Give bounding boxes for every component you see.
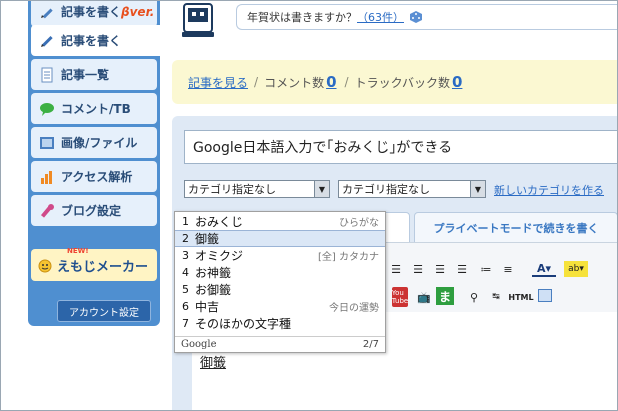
view-article-link[interactable]: 記事を見る: [188, 74, 248, 91]
ime-page-indicator: 2/7: [362, 339, 379, 350]
candidate-number: 3: [182, 249, 189, 262]
dice-icon[interactable]: [410, 11, 422, 23]
separator: /: [344, 75, 349, 89]
format-toolbar: ☰ ☰ ☰ ☰ ≔ ≡ A▾ ab▾ You Tube 📺 ま ⚲ ↹ HTML: [384, 242, 618, 312]
numbered-list-icon[interactable]: ≡: [500, 261, 516, 277]
ime-candidate[interactable]: 7 そのほかの文字種: [175, 315, 385, 332]
find-icon[interactable]: ⚲: [466, 289, 482, 305]
highlight-icon[interactable]: ab▾: [564, 261, 588, 277]
sidebar-item-analytics[interactable]: アクセス解析: [31, 161, 157, 192]
candidate-text: 中吉: [195, 300, 220, 314]
align-justify-icon[interactable]: ☰: [454, 261, 470, 277]
sidebar-item-write[interactable]: 記事を書く: [31, 25, 160, 56]
ime-candidate[interactable]: 6 中吉 今日の運勢: [175, 298, 385, 315]
sidebar-item-write-beta[interactable]: 記事を書くβver.: [31, 0, 157, 27]
new-badge: NEW!: [67, 247, 89, 255]
sidebar-item-label: コメント/TB: [61, 102, 131, 116]
tab-private-mode[interactable]: プライベートモードで続きを書く: [414, 212, 618, 242]
align-right-icon[interactable]: ☰: [432, 261, 448, 277]
trackback-count-label: トラックバック数: [354, 75, 450, 90]
sidebar-item-article-list[interactable]: 記事一覧: [31, 59, 157, 90]
chevron-down-icon: ▼: [314, 181, 329, 197]
chevron-down-icon: ▼: [470, 181, 485, 197]
pencil-icon: [39, 4, 55, 20]
ime-candidate-selected[interactable]: 2 御籤: [175, 230, 385, 247]
align-center-icon[interactable]: ☰: [410, 261, 426, 277]
trackback-count-link[interactable]: 0: [452, 73, 462, 91]
wrench-icon: [39, 203, 55, 219]
preview-icon[interactable]: [538, 289, 552, 302]
category-select-2[interactable]: カテゴリ指定なし ▼: [338, 180, 486, 198]
robot-mascot-icon: [178, 2, 218, 40]
article-info-bar: 記事を見る / コメント数 0 / トラックバック数 0: [172, 60, 618, 104]
separator: /: [254, 75, 259, 89]
candidate-text: そのほかの文字種: [195, 317, 292, 331]
candidate-number: 2: [182, 232, 189, 245]
candidate-text: 御籤: [195, 232, 220, 246]
bullet-list-icon[interactable]: ≔: [478, 261, 494, 277]
candidate-note: [全] カタカナ: [318, 252, 379, 263]
sidebar-item-label: ブログ設定: [61, 204, 122, 218]
category-select-value: カテゴリ指定なし: [342, 183, 430, 196]
ime-footer: Google 2/7: [175, 336, 385, 352]
category-select-value: カテゴリ指定なし: [188, 183, 276, 196]
youtube-icon[interactable]: You Tube: [392, 287, 408, 307]
candidate-text: オミクジ: [195, 249, 244, 263]
sidebar-item-label: 記事一覧: [61, 68, 110, 82]
candidate-number: 7: [182, 317, 189, 330]
candidate-number: 1: [182, 215, 189, 228]
html-icon[interactable]: HTML: [508, 289, 534, 305]
candidate-text: おみくじ: [195, 215, 244, 229]
sidebar-item-label: 画像/ファイル: [61, 136, 138, 150]
candidate-text: お御籤: [195, 283, 232, 297]
image-icon: [39, 135, 55, 151]
ma-icon[interactable]: ま: [436, 287, 454, 305]
new-category-link[interactable]: 新しいカテゴリを作る: [494, 182, 604, 198]
candidate-note: ひらがな: [339, 218, 379, 229]
replace-icon[interactable]: ↹: [488, 289, 504, 305]
sidebar-item-comments[interactable]: コメント/TB: [31, 93, 157, 124]
align-left-icon[interactable]: ☰: [388, 261, 404, 277]
ime-candidate[interactable]: 3 オミクジ [全] カタカナ: [175, 247, 385, 264]
pencil-icon: [39, 33, 55, 49]
comment-count-link[interactable]: 0: [326, 73, 336, 91]
document-icon: [39, 67, 55, 83]
sidebar-item-emoji-maker[interactable]: NEW! えもじメーカー: [31, 247, 157, 281]
account-settings-button[interactable]: アカウント設定: [57, 300, 151, 322]
question-text: 年賀状は書きますか？: [247, 11, 357, 24]
tv-icon[interactable]: 📺: [416, 289, 432, 305]
font-color-icon[interactable]: A▾: [532, 261, 556, 277]
candidate-number: 5: [182, 283, 189, 296]
ime-candidate[interactable]: 5 お御籤: [175, 281, 385, 298]
emoji-maker-label: えもじメーカー: [57, 259, 149, 275]
ime-brand-logo: Google: [181, 339, 217, 350]
answer-count-link[interactable]: （63件）: [357, 9, 404, 25]
question-bubble: 年賀状は書きますか？ （63件）: [236, 4, 618, 30]
sidebar-item-label: 記事を書く: [61, 34, 122, 48]
bar-chart-icon: [39, 169, 55, 185]
category-select-1[interactable]: カテゴリ指定なし ▼: [184, 180, 330, 198]
ime-candidate[interactable]: 4 お神籤: [175, 264, 385, 281]
comment-count-label: コメント数: [264, 75, 325, 90]
candidate-note: 今日の運勢: [329, 303, 379, 314]
sidebar-item-label: 記事を書くβver.: [61, 5, 155, 19]
candidate-text: お神籤: [195, 266, 232, 280]
speech-bubble-icon: [39, 101, 55, 117]
body-text: 御籤: [200, 356, 227, 371]
sidebar: 記事を書くβver. 記事を書く 記事一覧 コメント/TB 画像/ファイル アク…: [28, 0, 160, 326]
title-input[interactable]: [184, 130, 618, 164]
candidate-number: 6: [182, 300, 189, 313]
sidebar-item-label: アクセス解析: [61, 170, 133, 184]
sidebar-item-images[interactable]: 画像/ファイル: [31, 127, 157, 158]
ime-candidate-window: 1 おみくじ ひらがな 2 御籤 3 オミクジ [全] カタカナ 4 お神籤 5…: [174, 211, 386, 353]
smiley-icon: [37, 257, 53, 273]
sidebar-item-blog-settings[interactable]: ブログ設定: [31, 195, 157, 226]
candidate-number: 4: [182, 266, 189, 279]
ime-candidate[interactable]: 1 おみくじ ひらがな: [175, 213, 385, 230]
